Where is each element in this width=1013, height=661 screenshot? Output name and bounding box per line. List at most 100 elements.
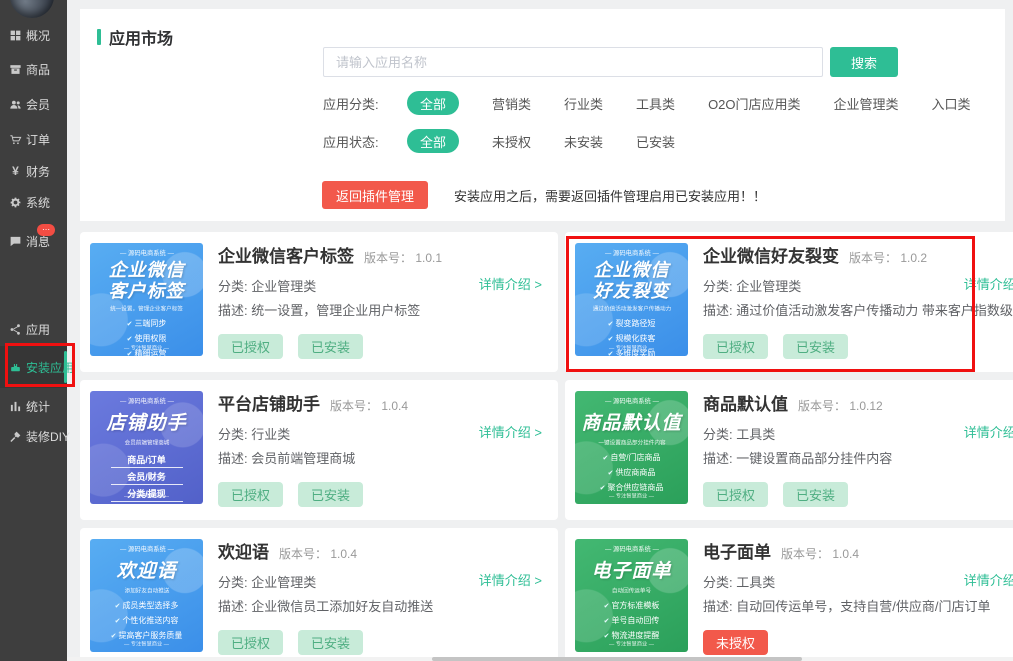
- sidebar-item-stats[interactable]: 统计: [0, 396, 67, 416]
- status-option[interactable]: 未授权: [492, 132, 531, 151]
- cover-ribbon-text: — 源码电商系统 —: [120, 397, 174, 406]
- cover-subtitle-text: 通过价值活动激发客户传播动力: [592, 305, 670, 313]
- sidebar-item-install-app[interactable]: 安装应用: [0, 346, 67, 388]
- search-button[interactable]: 搜索: [830, 47, 898, 77]
- sidebar-item-diy[interactable]: 装修DIY: [0, 426, 67, 446]
- detail-link[interactable]: 详情介绍 >: [479, 570, 542, 589]
- status-filter-row: 应用状态: 全部 未授权 未安装 已安装: [323, 129, 675, 153]
- app-card-grid: — 源码电商系统 — 企业微信 客户标签 统一设置，管理企业客户标签 ✔三端同步…: [80, 232, 1013, 661]
- app-description: 描述: 自动回传运单号，支持自营/供应商/门店订单: [703, 596, 990, 615]
- app-tag-row: 已授权已安装: [703, 482, 863, 507]
- category-options: 全部 营销类 行业类 工具类 O2O门店应用类 企业管理类 入口类: [407, 91, 971, 115]
- cover-subtitle-text: 会员前端管理商城: [124, 439, 169, 447]
- app-name: 企业微信客户标签: [218, 242, 354, 267]
- message-badge: ⋯: [37, 224, 55, 236]
- app-card: — 源码电商系统 — 企业微信 好友裂变 通过价值活动激发客户传播动力 ✔裂变路…: [565, 232, 1013, 372]
- cover-subtitle-text: 一键设置商品部分挂件内容: [598, 439, 665, 447]
- category-option[interactable]: O2O门店应用类: [708, 94, 800, 113]
- app-status-tag: 已安装: [298, 630, 363, 655]
- app-status-tag: 已授权: [703, 482, 768, 507]
- horizontal-scrollbar-thumb[interactable]: [432, 657, 802, 661]
- app-description: 描述: 企业微信员工添加好友自动推送: [218, 596, 433, 615]
- sidebar-item-overview[interactable]: 概况: [0, 25, 67, 45]
- app-cover-image: — 源码电商系统 — 店铺助手 会员前端管理商城 商品/订单会员/财务分类/提现…: [90, 391, 203, 504]
- cover-subtitle-text: 统一设置，管理企业客户标签: [110, 305, 183, 313]
- app-status-tag: 已安装: [298, 482, 363, 507]
- status-options: 全部 未授权 未安装 已安装: [407, 129, 675, 153]
- cover-title-text: 欢迎语: [116, 561, 176, 583]
- app-description: 描述: 通过价值活动激发客户传播动力 带来客户指数级新增: [703, 300, 1013, 319]
- sidebar-item-goods[interactable]: 商品: [0, 59, 67, 79]
- sidebar: 概况 商品 会员 订单 ¥ 财务 系统 消息 ⋯ 应用 安装应用 统计 装修DI…: [0, 0, 67, 661]
- cover-ribbon-text: — 源码电商系统 —: [120, 545, 174, 554]
- app-version: 版本号： 1.0.12: [798, 397, 883, 414]
- message-icon: [9, 235, 22, 248]
- app-status-tag: 已授权: [218, 482, 283, 507]
- detail-link[interactable]: 详情介绍 >: [479, 422, 542, 441]
- app-cover-image: — 源码电商系统 — 电子面单 自动回传运单号 ✔官方标准模板✔单号自动回传✔物…: [575, 539, 688, 652]
- sidebar-item-system[interactable]: 系统: [0, 192, 67, 212]
- category-option[interactable]: 行业类: [564, 94, 603, 113]
- app-card: — 源码电商系统 — 店铺助手 会员前端管理商城 商品/订单会员/财务分类/提现…: [80, 380, 558, 520]
- app-market-panel: 应用市场 搜索 应用分类: 全部营销类行业类工具类O2O门店应用类企业管理类入口…: [80, 9, 1005, 221]
- app-tag-row: 已授权已安装: [218, 482, 378, 507]
- category-option[interactable]: 企业管理类: [834, 94, 899, 113]
- app-category: 分类: 工具类: [703, 424, 775, 443]
- notice-row: 返回插件管理 安装应用之后，需要返回插件管理启用已安装应用！！: [322, 181, 766, 209]
- app-status-tag: 未授权: [703, 630, 768, 655]
- cover-ribbon-text: — 源码电商系统 —: [605, 397, 659, 406]
- cover-feature-bullets: ✔官方标准模板✔单号自动回传✔物流进度提醒: [604, 599, 660, 644]
- orders-icon: [9, 133, 22, 146]
- status-filter-label: 应用状态:: [323, 132, 407, 151]
- app-name: 企业微信好友裂变: [703, 242, 839, 267]
- user-avatar[interactable]: [10, 0, 54, 18]
- sidebar-item-finance[interactable]: ¥ 财务: [0, 161, 67, 181]
- detail-link[interactable]: 详情介绍 >: [964, 274, 1013, 293]
- app-cover-image: — 源码电商系统 — 企业微信 客户标签 统一设置，管理企业客户标签 ✔三端同步…: [90, 243, 203, 356]
- category-option[interactable]: 工具类: [636, 94, 675, 113]
- app-name: 电子面单: [703, 538, 771, 563]
- status-option[interactable]: 全部: [407, 129, 459, 153]
- app-category: 分类: 企业管理类: [703, 276, 801, 295]
- app-card: — 源码电商系统 — 企业微信 客户标签 统一设置，管理企业客户标签 ✔三端同步…: [80, 232, 558, 372]
- sidebar-item-orders[interactable]: 订单: [0, 129, 67, 149]
- search-input[interactable]: [323, 47, 823, 77]
- sidebar-item-members[interactable]: 会员: [0, 94, 67, 114]
- cover-title-text: 电子面单: [591, 561, 671, 583]
- app-name: 平台店铺助手: [218, 390, 320, 415]
- cover-footer-text: — 专注智慧商业 —: [104, 344, 189, 352]
- sidebar-item-apps[interactable]: 应用: [0, 319, 67, 339]
- app-category: 分类: 企业管理类: [218, 276, 316, 295]
- app-version: 版本号： 1.0.4: [781, 545, 859, 562]
- app-version: 版本号： 1.0.4: [279, 545, 357, 562]
- app-status-tag: 已授权: [218, 630, 283, 655]
- detail-link[interactable]: 详情介绍 >: [964, 570, 1013, 589]
- app-version: 版本号： 1.0.2: [849, 249, 927, 266]
- category-option[interactable]: 全部: [407, 91, 459, 115]
- cover-subtitle-text: 自动回传运单号: [612, 587, 651, 595]
- sidebar-item-message[interactable]: 消息 ⋯: [0, 231, 67, 251]
- status-option[interactable]: 未安装: [564, 132, 603, 151]
- install-notice-text: 安装应用之后，需要返回插件管理启用已安装应用！！: [454, 186, 766, 205]
- status-option[interactable]: 已安装: [636, 132, 675, 151]
- app-description: 描述: 统一设置，管理企业用户标签: [218, 300, 420, 319]
- overview-icon: [9, 29, 22, 42]
- diy-icon: [9, 430, 22, 443]
- back-to-plugins-button[interactable]: 返回插件管理: [322, 181, 428, 209]
- category-option[interactable]: 营销类: [492, 94, 531, 113]
- app-name: 商品默认值: [703, 390, 788, 415]
- app-title-row: 平台店铺助手 版本号： 1.0.4: [218, 390, 408, 415]
- category-filter-label: 应用分类:: [323, 94, 407, 113]
- detail-link[interactable]: 详情介绍 >: [479, 274, 542, 293]
- app-title-row: 欢迎语 版本号： 1.0.4: [218, 538, 357, 563]
- detail-link[interactable]: 详情介绍 >: [964, 422, 1013, 441]
- cover-ribbon-text: — 源码电商系统 —: [605, 545, 659, 554]
- app-tag-row: 未授权: [703, 630, 783, 655]
- app-cover-image: — 源码电商系统 — 商品默认值 一键设置商品部分挂件内容 ✔自营/门店商品✔供…: [575, 391, 688, 504]
- app-cover-image: — 源码电商系统 — 欢迎语 添加好友自动推送 ✔成员类型选择多✔个性化推送内容…: [90, 539, 203, 652]
- category-filter-row: 应用分类: 全部 营销类 行业类 工具类 O2O门店应用类 企业管理类 入口类: [323, 91, 971, 115]
- app-title-row: 企业微信客户标签 版本号： 1.0.1: [218, 242, 442, 267]
- system-icon: [9, 196, 22, 209]
- category-option[interactable]: 入口类: [932, 94, 971, 113]
- app-status-tag: 已授权: [218, 334, 283, 359]
